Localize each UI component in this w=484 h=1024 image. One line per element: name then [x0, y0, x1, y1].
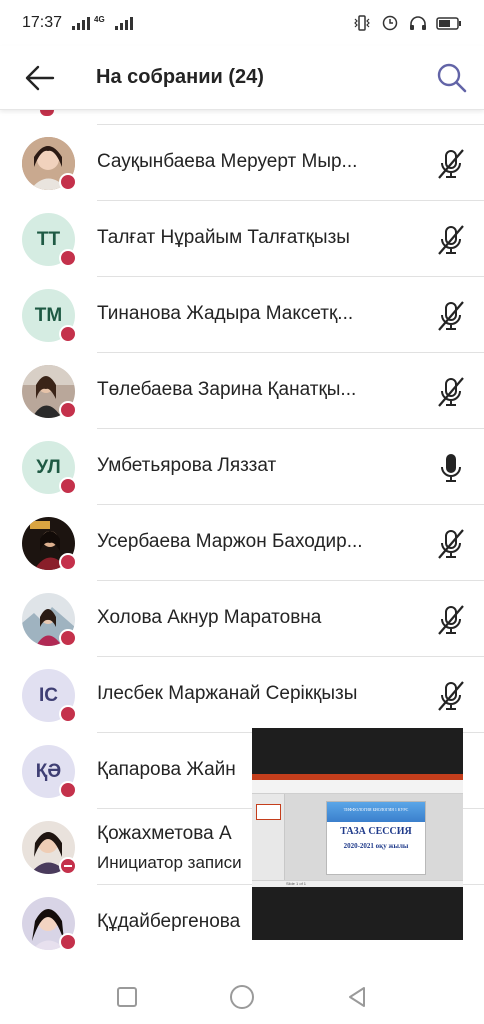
mic-off-icon [434, 679, 468, 713]
presence-busy-indicator [59, 705, 77, 723]
ppt-slide-panel [252, 794, 285, 880]
presence-busy-indicator [59, 401, 77, 419]
mic-on-icon [434, 451, 468, 485]
status-right [352, 15, 462, 31]
presence-busy-indicator [59, 477, 77, 495]
mic-off-icon [434, 603, 468, 637]
mic-off-icon [434, 375, 468, 409]
signal-icon [72, 16, 91, 30]
vibrate-icon [354, 15, 370, 31]
search-button[interactable] [420, 46, 484, 110]
home-button[interactable] [222, 977, 262, 1017]
mic-off-icon [434, 299, 468, 333]
slide-header: ТИФФОЛОГИЯ БИОЛОГИЯ 1 КУРС [327, 802, 425, 822]
presence-dnd-indicator [59, 857, 77, 875]
signal-icon-2 [114, 16, 133, 30]
participant-name: Талғат Нұрайым Талғатқызы [97, 227, 350, 248]
recents-square-icon [117, 987, 138, 1007]
participant-name: Тинанова Жадыра Максетқ... [97, 303, 354, 324]
participant-name: Усербаева Маржон Баходир... [97, 531, 363, 552]
participant-name: Холова Акнур Маратовна [97, 607, 322, 628]
recents-button[interactable] [107, 977, 147, 1017]
participant-name: Сауқынбаева Меруерт Мыр... [97, 151, 358, 172]
status-bar: 17:37 4G [0, 0, 484, 46]
slide-title: ТАЗА СЕССИЯ [340, 826, 412, 837]
participant-row[interactable]: УЛ Умбетьярова Ляззат [0, 429, 484, 505]
ppt-status: Slide 1 of 1 [252, 880, 463, 887]
presence-busy-indicator [59, 173, 77, 191]
headphones-icon [410, 16, 426, 30]
slide-years: 2020-2021 оқу жылы [343, 842, 409, 850]
home-circle-icon [229, 985, 254, 1009]
presentation-window: ТИФФОЛОГИЯ БИОЛОГИЯ 1 КУРС ТАЗА СЕССИЯ 2… [252, 774, 463, 887]
mic-off-icon [434, 527, 468, 561]
back-button[interactable] [0, 46, 80, 110]
presence-indicator [40, 110, 54, 116]
back-triangle-icon [348, 987, 365, 1007]
participant-row[interactable]: ТТ Талғат Нұрайым Талғатқызы [0, 201, 484, 277]
participant-row[interactable]: Төлебаева Зарина Қанатқы... [0, 353, 484, 429]
presence-busy-indicator [59, 933, 77, 951]
page-title: На собрании (24) [96, 66, 264, 88]
search-icon [437, 63, 467, 92]
slide: ТИФФОЛОГИЯ БИОЛОГИЯ 1 КУРС ТАЗА СЕССИЯ 2… [326, 801, 426, 875]
participant-row[interactable]: Усербаева Маржон Баходир... [0, 505, 484, 581]
participant-row[interactable]: ІС Ілесбек Маржанай Серікқызы [0, 657, 484, 733]
participant-row[interactable]: Холова Акнур Маратовна [0, 581, 484, 657]
arrow-left-icon [25, 65, 55, 90]
participant-row[interactable]: ТМ Тинанова Жадыра Максетқ... [0, 277, 484, 353]
presence-busy-indicator [59, 629, 77, 647]
status-time: 17:37 [22, 14, 63, 31]
battery-icon [436, 17, 461, 30]
participant-name: Ілесбек Маржанай Серікқызы [97, 683, 358, 704]
network-label: 4G [94, 14, 105, 24]
presence-busy-indicator [59, 249, 77, 267]
system-back-button[interactable] [337, 977, 377, 1017]
slide-thumbnail [256, 804, 281, 820]
mic-off-icon [434, 147, 468, 181]
alarm-icon [382, 15, 398, 31]
status-left: 17:37 4G [22, 14, 133, 32]
participant-row[interactable]: Сауқынбаева Меруерт Мыр... [0, 125, 484, 201]
screen-share-preview[interactable]: ТИФФОЛОГИЯ БИОЛОГИЯ 1 КУРС ТАЗА СЕССИЯ 2… [252, 728, 463, 940]
app-bar: На собрании (24) [0, 46, 484, 110]
system-nav-bar [0, 970, 484, 1024]
ppt-toolbar [252, 780, 463, 794]
mic-off-icon [434, 223, 468, 257]
presence-busy-indicator [59, 553, 77, 571]
participant-name: Умбетьярова Ляззат [97, 455, 277, 476]
presence-busy-indicator [59, 325, 77, 343]
participant-name: Төлебаева Зарина Қанатқы... [97, 379, 357, 400]
presence-busy-indicator [59, 781, 77, 799]
